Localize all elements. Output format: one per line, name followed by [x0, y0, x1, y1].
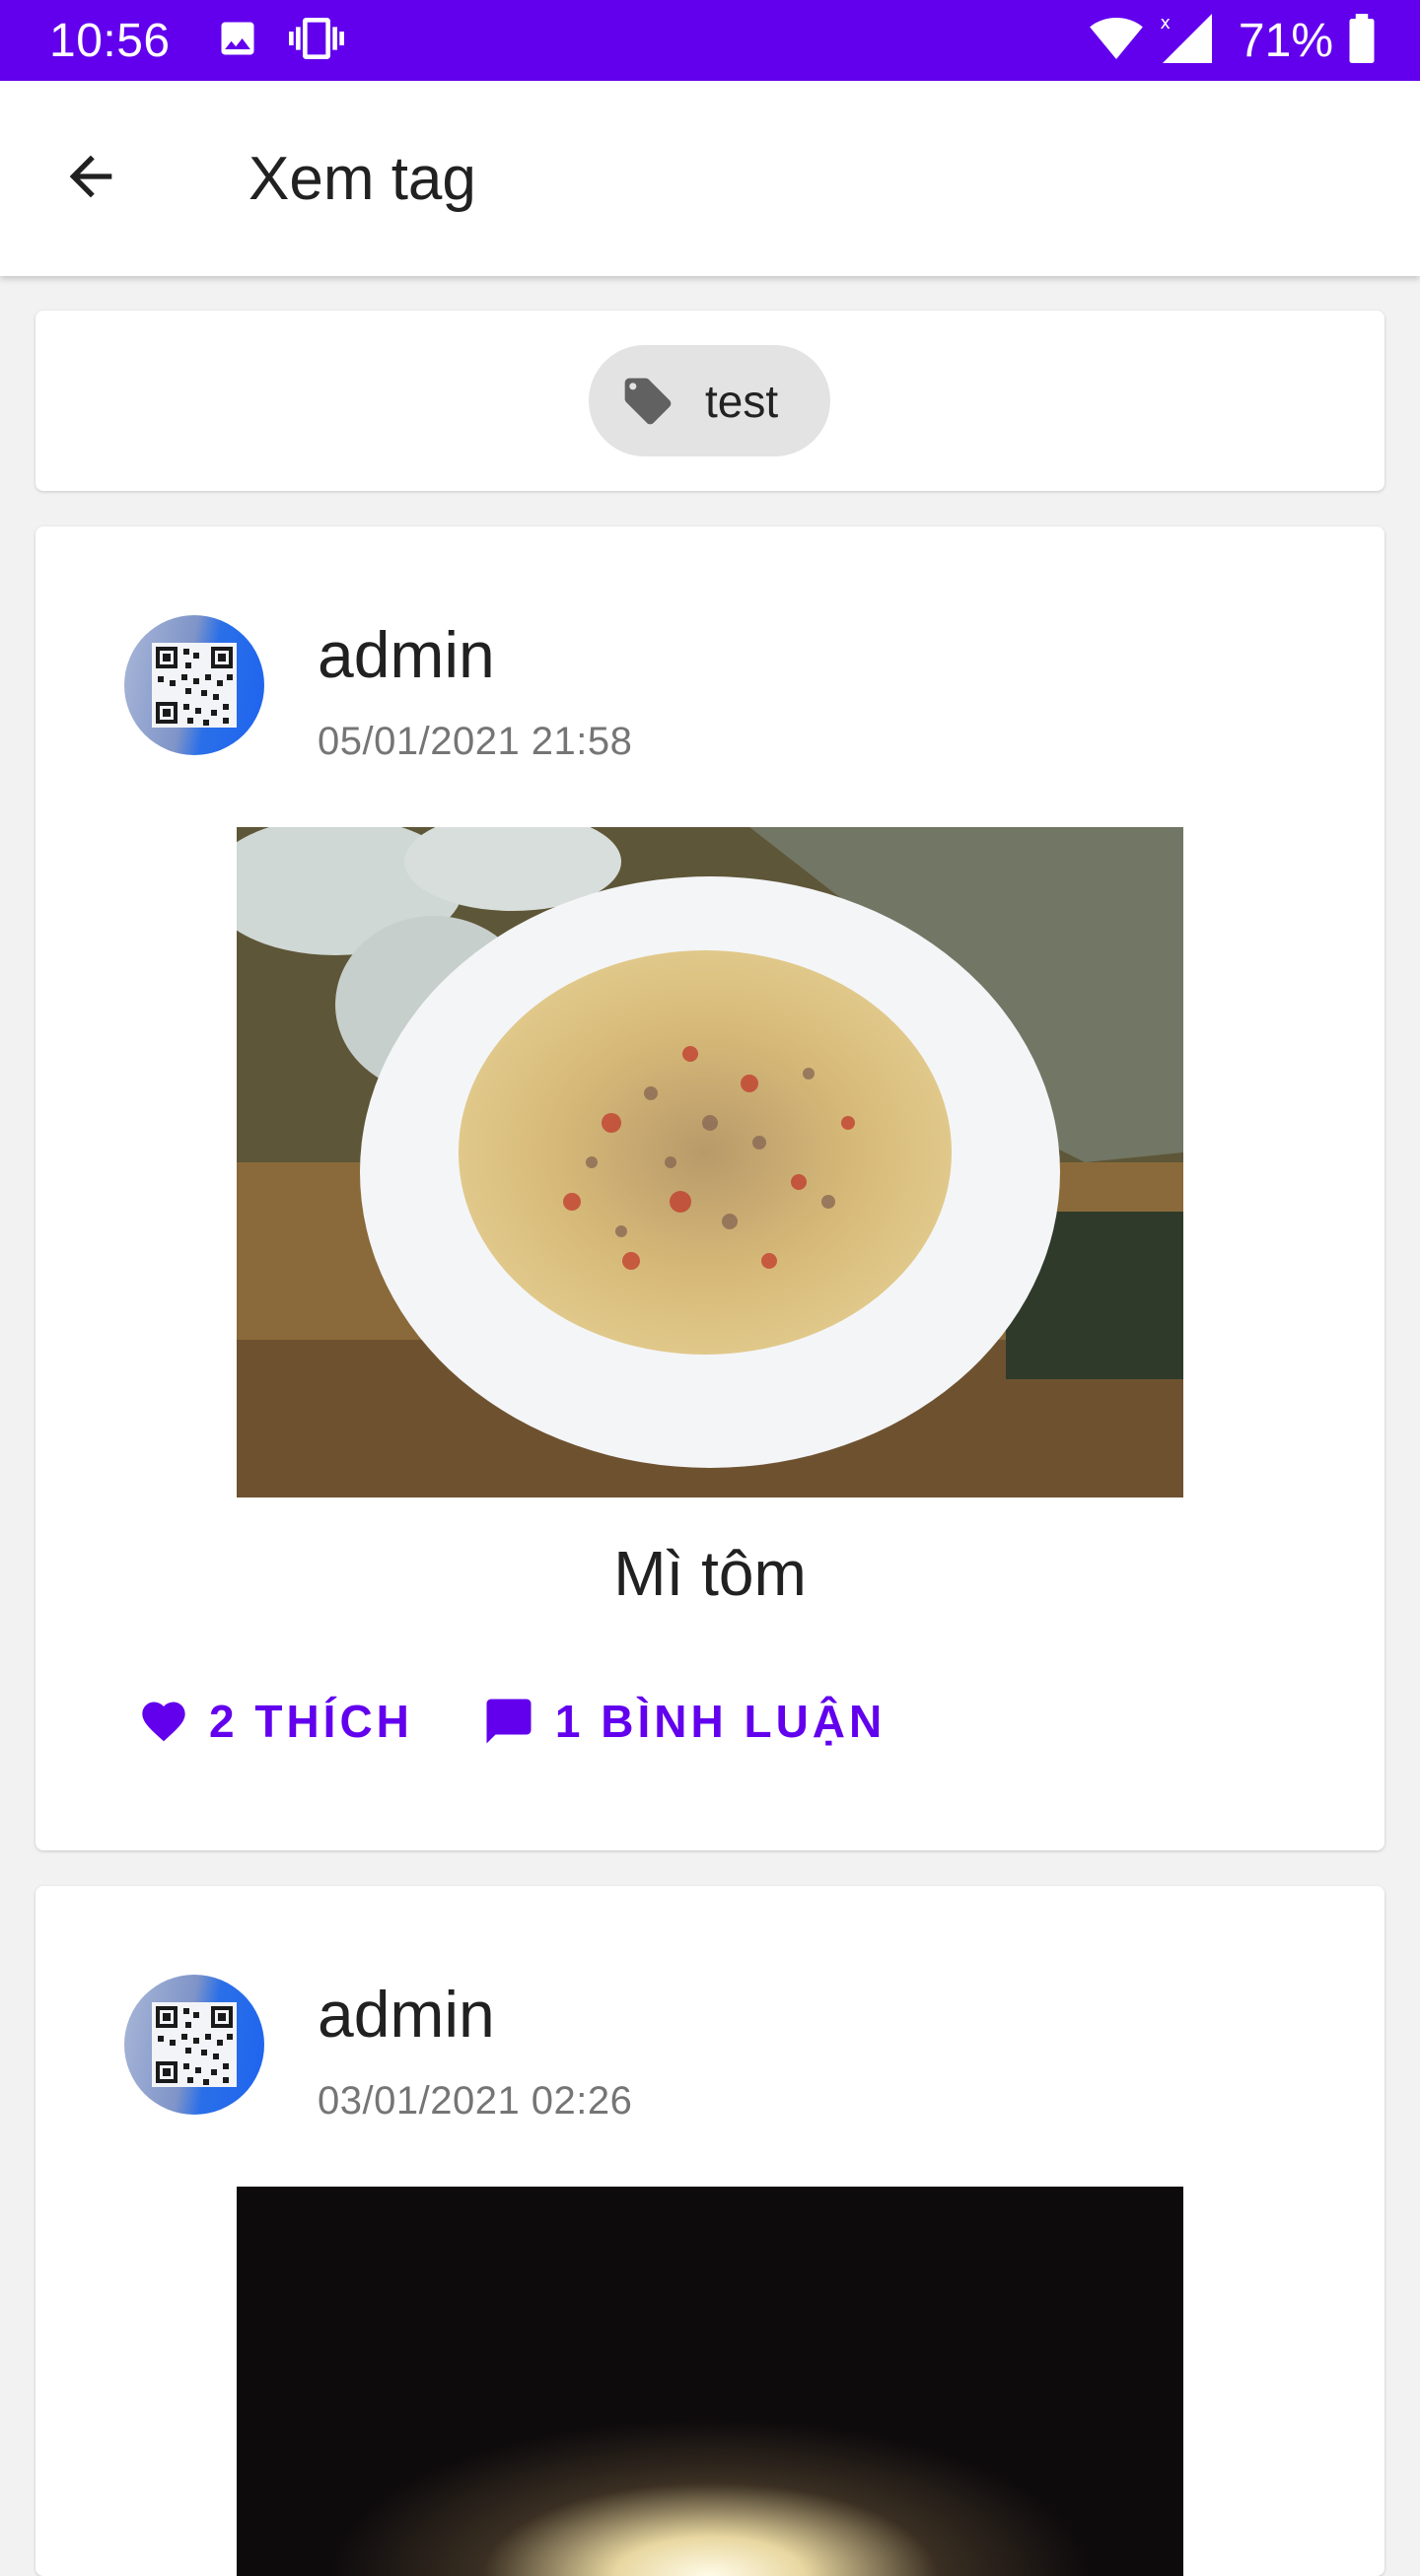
image-icon	[216, 17, 259, 65]
wifi-icon	[1089, 11, 1144, 71]
post-actions: 2 THÍCH 1 BÌNH LUẬN	[138, 1695, 886, 1748]
battery-icon	[1347, 13, 1377, 68]
status-bar: 10:56 x 71%	[0, 0, 1420, 81]
post-image[interactable]	[237, 2187, 1183, 2576]
post-author[interactable]: admin	[318, 1977, 495, 2052]
post-card[interactable]: admin 05/01/2021 21:58 Mì tôm 2 THÍCH 1 …	[36, 526, 1384, 1850]
avatar[interactable]	[124, 615, 264, 755]
svg-text:x: x	[1160, 14, 1170, 34]
arrow-back-icon	[59, 145, 122, 213]
battery-percent: 71%	[1238, 14, 1333, 67]
comment-count: 1 BÌNH LUẬN	[554, 1696, 887, 1747]
post-author[interactable]: admin	[318, 617, 495, 692]
tag-label: test	[705, 375, 779, 427]
phone-vibrate-icon	[288, 11, 344, 71]
heart-icon	[138, 1696, 189, 1747]
tag-card: test	[36, 311, 1384, 491]
post-card[interactable]: admin 03/01/2021 02:26	[36, 1886, 1384, 2576]
comment-button[interactable]: 1 BÌNH LUẬN	[482, 1695, 886, 1748]
page-title: Xem tag	[248, 144, 476, 213]
tag-icon	[620, 374, 675, 429]
status-time: 10:56	[49, 14, 171, 67]
like-count: 2 THÍCH	[209, 1696, 413, 1747]
post-image[interactable]	[237, 827, 1183, 1497]
app-bar: Xem tag	[0, 81, 1420, 276]
avatar[interactable]	[124, 1975, 264, 2115]
post-timestamp: 03/01/2021 02:26	[318, 2079, 633, 2123]
signal-icon: x	[1158, 9, 1217, 73]
comment-icon	[482, 1695, 535, 1748]
post-title: Mì tôm	[613, 1538, 807, 1609]
tag-chip[interactable]: test	[589, 345, 830, 456]
like-button[interactable]: 2 THÍCH	[138, 1695, 413, 1748]
back-button[interactable]	[51, 139, 130, 218]
post-timestamp: 05/01/2021 21:58	[318, 720, 633, 763]
